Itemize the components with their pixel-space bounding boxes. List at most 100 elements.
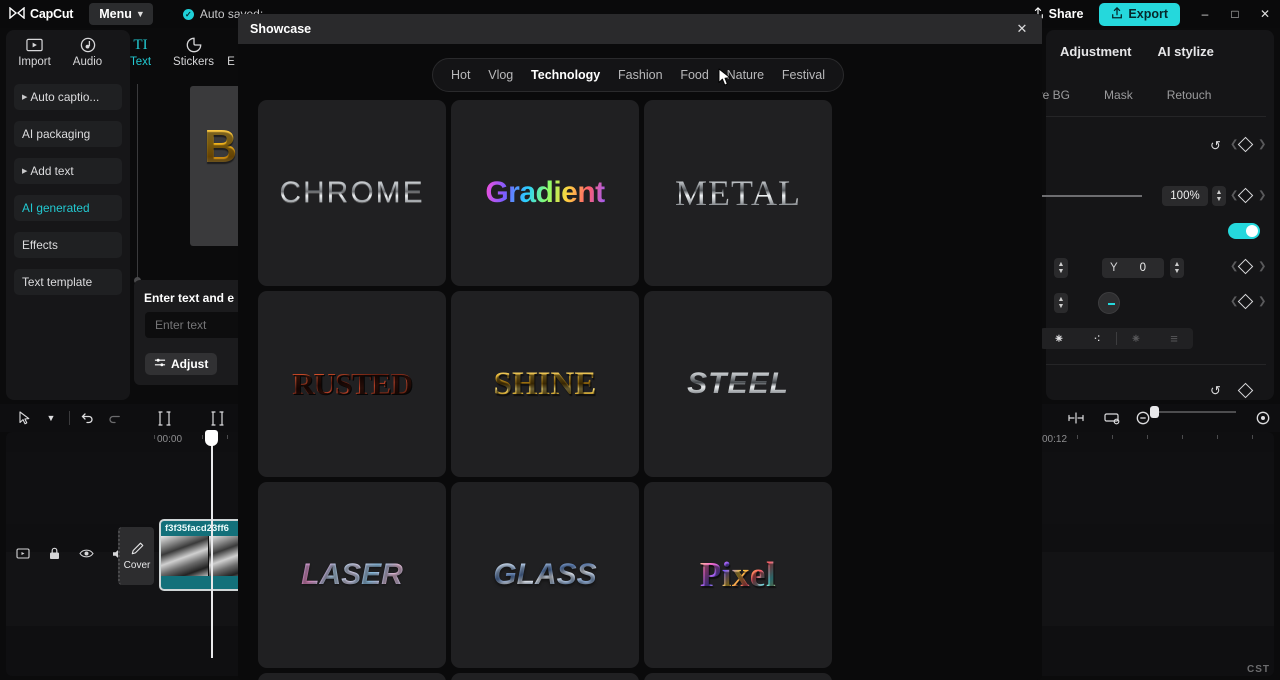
subtab-retouch[interactable]: Retouch (1167, 88, 1212, 102)
playhead[interactable] (211, 430, 213, 658)
opacity-value[interactable]: 100% (1162, 186, 1208, 206)
zoom-slider-handle[interactable] (1150, 406, 1159, 418)
cover-button[interactable]: Cover (118, 527, 154, 585)
split-icon[interactable] (151, 405, 177, 431)
zoom-slider[interactable] (1152, 411, 1236, 413)
trim-start-icon[interactable] (204, 405, 230, 431)
rotation-stepper[interactable]: ▲ ▼ (1054, 293, 1068, 313)
category-tab-nature[interactable]: Nature (727, 68, 765, 82)
minimize-button[interactable]: – (1190, 1, 1220, 27)
select-cursor-icon[interactable] (12, 405, 38, 431)
feature-toggle[interactable] (1228, 223, 1260, 239)
effect-card-glass[interactable]: GLASS (451, 482, 639, 668)
right-panel-divider (1046, 116, 1266, 117)
sidebar-item-ai-packaging[interactable]: AI packaging (14, 121, 122, 147)
toolbar-item-audio[interactable]: Audio (61, 37, 114, 68)
effect-card-cyberpunk[interactable]: Cyberpunk (258, 673, 446, 680)
subtab-mask[interactable]: Mask (1104, 88, 1133, 102)
right-panel-divider-2 (1046, 364, 1266, 365)
category-tab-hot[interactable]: Hot (451, 68, 470, 82)
effect-label-glass: GLASS (493, 558, 597, 591)
category-tab-food[interactable]: Food (680, 68, 709, 82)
effect-card-shine[interactable]: SHINE (451, 291, 639, 477)
align-justify-icon[interactable]: ≡ (1155, 331, 1193, 346)
effect-card-laser[interactable]: LASER (258, 482, 446, 668)
app-name: CapCut (30, 7, 74, 21)
effect-card-placeholder-2[interactable] (644, 673, 832, 680)
keyframe-next-icon[interactable]: ❯ (1258, 296, 1266, 307)
mirror-icon[interactable] (14, 545, 31, 562)
fit-icon[interactable] (1250, 405, 1276, 431)
sidebar-item-ai-generated[interactable]: AI generated (14, 195, 122, 221)
toolbar-label-stickers: Stickers (173, 55, 214, 68)
effect-card-metal[interactable]: METAL (644, 100, 832, 286)
effect-card-chrome[interactable]: CHROME (258, 100, 446, 286)
stickers-icon (186, 37, 202, 54)
redo-icon[interactable] (101, 405, 127, 431)
keyframe-next-icon[interactable]: ❯ (1258, 261, 1266, 272)
align-left-icon[interactable]: ⁕ (1117, 331, 1155, 347)
close-button[interactable]: ✕ (1250, 1, 1280, 27)
x-stepper[interactable]: ▲ ▼ (1054, 258, 1068, 278)
reset-icon[interactable]: ↺ (1210, 138, 1221, 154)
eye-icon[interactable] (78, 545, 95, 562)
maximize-button[interactable]: □ (1220, 1, 1250, 27)
category-tab-fashion[interactable]: Fashion (618, 68, 662, 82)
crop-icon[interactable] (1099, 405, 1125, 431)
split-clip-icon[interactable] (1063, 405, 1089, 431)
align-bottom-icon[interactable]: ⁖ (1078, 331, 1116, 347)
keyframe-next-icon[interactable]: ❯ (1258, 190, 1266, 201)
keyframe-prev-icon[interactable]: ❮ (1230, 261, 1238, 272)
tab-adjustment[interactable]: Adjustment (1060, 44, 1132, 59)
ruler-label-end: 00:12 (1042, 434, 1068, 445)
y-stepper[interactable]: ▲ ▼ (1170, 258, 1184, 278)
rotation-knob[interactable] (1098, 292, 1120, 314)
export-button[interactable]: Export (1099, 2, 1180, 26)
category-tab-technology[interactable]: Technology (531, 68, 600, 82)
import-icon (26, 37, 43, 54)
effect-card-steel[interactable]: STEEL (644, 291, 832, 477)
toolbar-item-import[interactable]: Import (8, 37, 61, 68)
opacity-slider[interactable] (1040, 195, 1142, 197)
toolbar-label-import: Import (18, 55, 51, 68)
opacity-stepper[interactable]: ▲ ▼ (1212, 186, 1226, 206)
playhead-handle[interactable] (205, 430, 218, 446)
align-toolbar: ⁕ ⁖ ⁕ ≡ (1040, 328, 1193, 349)
sidebar-item-effects[interactable]: Effects (14, 232, 122, 258)
sidebar-item-auto-captions[interactable]: ▶ Auto captio... (14, 84, 122, 110)
effect-label-shine: SHINE (493, 365, 597, 402)
category-tab-vlog[interactable]: Vlog (488, 68, 513, 82)
adjust-label: Adjust (171, 357, 209, 371)
effect-card-pixel[interactable]: Pixel (644, 482, 832, 668)
effect-label-gradient: Gradient (485, 176, 605, 209)
effect-card-placeholder-1[interactable] (451, 673, 639, 680)
dialog-close-icon[interactable]: ✕ (1012, 20, 1032, 38)
capcut-logo-icon (9, 6, 25, 22)
keyframe-prev-icon[interactable]: ❮ (1230, 296, 1238, 307)
keyframe-prev-icon[interactable]: ❮ (1230, 190, 1238, 201)
sidebar-item-add-text[interactable]: ▶ Add text (14, 158, 122, 184)
category-tab-festival[interactable]: Festival (782, 68, 825, 82)
keyframe-prev-icon[interactable]: ❮ (1230, 139, 1238, 150)
adjust-button[interactable]: Adjust (145, 353, 218, 375)
chevron-down-icon[interactable]: ▼ (38, 405, 64, 431)
toolbar-item-stickers[interactable]: Stickers (167, 37, 220, 68)
reset-icon[interactable]: ↺ (1210, 383, 1221, 399)
undo-icon[interactable] (75, 405, 101, 431)
toolbar-item-text[interactable]: TI Text (114, 37, 167, 68)
y-field[interactable]: Y 0 (1102, 258, 1164, 278)
menu-button[interactable]: Menu ▼ (89, 3, 153, 25)
sidebar-item-text-template[interactable]: Text template (14, 269, 122, 295)
effect-card-rusted[interactable]: RUSTED (258, 291, 446, 477)
tab-ai-stylize[interactable]: AI stylize (1158, 44, 1214, 59)
caret-right-icon: ▶ (22, 168, 28, 175)
panel-divider (137, 84, 138, 280)
lock-icon[interactable] (46, 545, 63, 562)
align-center-vertical-icon[interactable]: ⁕ (1040, 331, 1078, 347)
text-sidebar: ▶ Auto captio... AI packaging ▶ Add text… (14, 84, 122, 306)
share-label: Share (1048, 7, 1084, 21)
effect-card-gradient[interactable]: Gradient (451, 100, 639, 286)
keyframe-next-icon[interactable]: ❯ (1258, 139, 1266, 150)
right-panel-subtabs: ove BG Mask Retouch (1030, 88, 1280, 102)
toolbar-label-text: Text (129, 55, 152, 68)
